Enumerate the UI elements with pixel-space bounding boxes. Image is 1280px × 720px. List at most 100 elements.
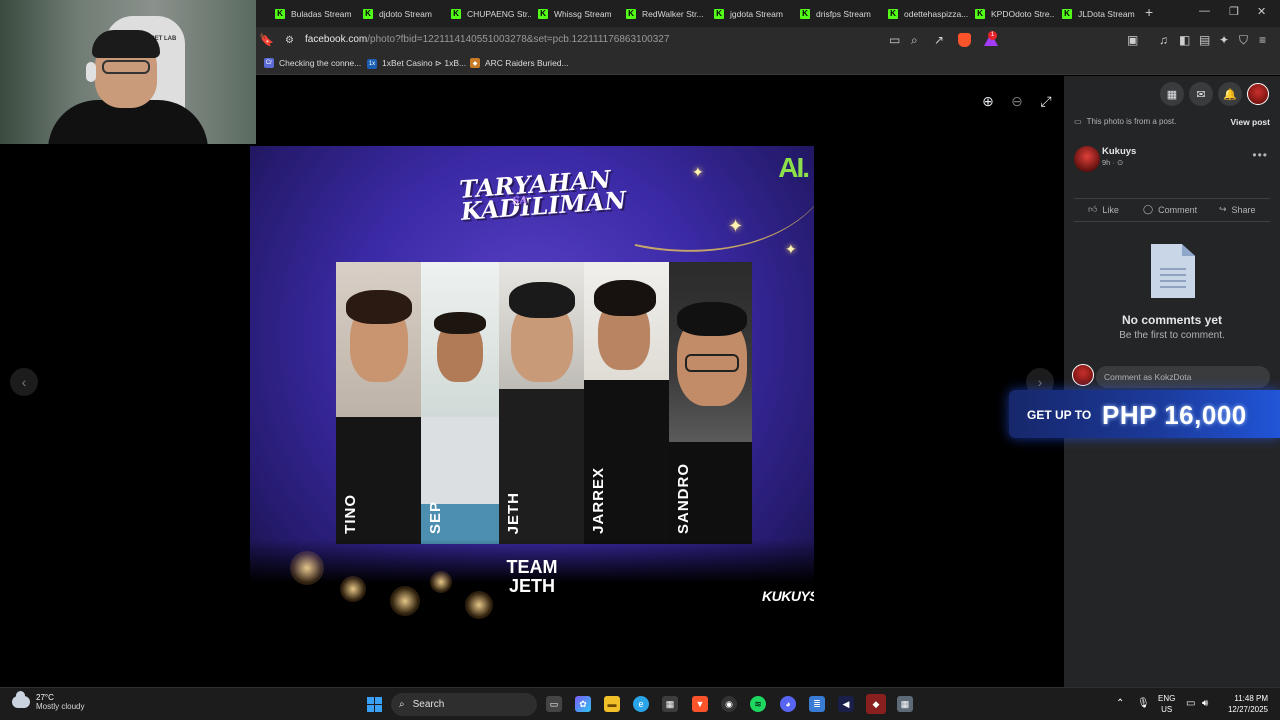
like-button[interactable]: 👍︎ Like — [1088, 204, 1119, 215]
weather-widget[interactable]: 27°C Mostly cloudy — [12, 691, 84, 711]
clock[interactable]: 11:48 PM 12/27/2025 — [1226, 693, 1268, 715]
promo-ad-banner[interactable]: GET UP TO PHP 16,000 — [1009, 390, 1280, 438]
title-line-2: KADILIMAN — [459, 185, 628, 226]
edge-icon[interactable]: e — [633, 696, 649, 712]
tab-djdoto[interactable]: Kdjdoto Stream — [363, 3, 443, 24]
tab-drisfps[interactable]: Kdrisfps Stream — [800, 3, 880, 24]
volume-icon[interactable]: 🔊︎ — [1202, 698, 1208, 709]
profile-avatar[interactable] — [1247, 83, 1269, 105]
obs-icon[interactable]: ◉ — [721, 696, 737, 712]
brave-taskbar-icon[interactable]: ▼ — [692, 696, 708, 712]
member-panel-sandro: SANDRO — [669, 262, 752, 544]
post-actions: 👍︎ Like ◯ Comment ↪ Share — [1074, 198, 1270, 222]
start-button[interactable] — [367, 697, 382, 712]
windows-taskbar: 27°C Mostly cloudy ⌕ Search ▭ ✿ ▬ e ▦ ▼ ◉… — [0, 687, 1280, 720]
kick-icon: K — [275, 8, 285, 19]
copilot-icon[interactable]: ✿ — [575, 696, 591, 712]
post-sidebar: ▦ ✉ 🔔 ▭ This photo is from a post. View p… — [1064, 76, 1280, 687]
file-explorer-icon[interactable]: ▬ — [604, 696, 620, 712]
taskbar-search[interactable]: ⌕ Search — [391, 693, 537, 716]
comment-icon: ◯ — [1143, 204, 1154, 214]
tab-label: Buladas Stream — [291, 8, 352, 19]
spotify-icon[interactable]: ≋ — [750, 696, 766, 712]
cast-icon[interactable]: ▭ — [889, 33, 900, 47]
network-icon[interactable]: ▭ — [1186, 698, 1195, 709]
new-tab-button[interactable]: + — [1145, 4, 1153, 20]
team-line-2: JETH — [508, 576, 555, 596]
tab-label: CHUPAENG Str... — [467, 8, 531, 19]
bookmark-1xbet[interactable]: 1x 1xBet Casino ⊳ 1xB... — [367, 58, 466, 69]
fullscreen-icon[interactable]: ⤢ — [1035, 90, 1057, 112]
dota2-icon[interactable]: ◆ — [866, 694, 886, 714]
messenger-icon[interactable]: ✉ — [1189, 82, 1213, 106]
notifications-icon[interactable]: 🔔 — [1218, 82, 1242, 106]
minimize-button[interactable]: — — [1199, 5, 1210, 17]
zoom-out-icon[interactable]: ⊖ — [1006, 90, 1028, 112]
bookmark-checking-connection[interactable]: Cr Checking the conne... — [264, 58, 361, 68]
tab-kpdodoto[interactable]: K KPDOdoto Stre... — [975, 3, 1055, 24]
author-name[interactable]: Kukuys — [1102, 146, 1136, 157]
member-name: TINO — [342, 494, 359, 534]
ad-amount-text: PHP 16,000 — [1102, 400, 1247, 430]
sparkle-icon: ✦ — [785, 241, 797, 257]
sidebar-toggle-icon[interactable]: ◧ — [1179, 33, 1190, 47]
bookmark-arc-raiders[interactable]: ◆ ARC Raiders Buried... — [470, 58, 569, 68]
share-icon[interactable]: ↗ — [934, 33, 944, 47]
microphone-icon[interactable]: 🎙︎ — [1137, 698, 1150, 709]
site-info-icon[interactable]: ⚙ — [285, 35, 294, 46]
bookmark-favicon: 1x — [367, 58, 377, 69]
language-code: ENG — [1158, 694, 1176, 703]
discord-icon[interactable]: ◕ — [780, 696, 796, 712]
tab-whissg[interactable]: K Whissg Stream — [538, 3, 618, 24]
share-button[interactable]: ↪ Share — [1219, 204, 1256, 215]
tray-overflow-icon[interactable]: ⌃ — [1116, 698, 1124, 709]
store-icon[interactable]: ▦ — [662, 696, 678, 712]
language-indicator[interactable]: ENG US — [1158, 693, 1175, 715]
view-post-link[interactable]: View post — [1230, 117, 1270, 127]
media-icon[interactable]: ♫ — [1159, 33, 1168, 47]
tab-buladas[interactable]: K Buladas Stream — [275, 3, 355, 24]
bookmark-favicon: ◆ — [470, 58, 480, 68]
tab-label: djdoto Stream — [379, 8, 432, 19]
temperature: 27°C — [36, 693, 54, 702]
tab-odettehaspizza[interactable]: Kodettehaspizza... — [888, 3, 968, 24]
screenshot-icon[interactable]: ▣ — [1127, 33, 1138, 47]
notepad-icon[interactable]: ≣ — [809, 696, 825, 712]
leo-ai-icon[interactable]: ✦ — [1219, 33, 1229, 47]
task-view-icon[interactable]: ▭ — [546, 696, 562, 712]
tab-chupaeng[interactable]: K CHUPAENG Str... — [451, 3, 531, 24]
close-window-button[interactable]: ✕ — [1257, 5, 1266, 18]
zoom-in-icon[interactable]: ⊕ — [977, 90, 999, 112]
menu-icon[interactable]: ≡ — [1259, 33, 1266, 47]
tab-label: Whissg Stream — [554, 8, 612, 19]
headset — [86, 62, 96, 82]
wallet-icon[interactable]: ▤ — [1199, 33, 1210, 47]
tab-jgdota[interactable]: Kjgdota Stream — [714, 3, 794, 24]
brave-shields-icon[interactable] — [958, 33, 971, 47]
sparkle-icon: ✦ — [692, 164, 704, 180]
tab-redwalker[interactable]: K RedWalker Str... — [626, 3, 706, 24]
menu-grid-icon[interactable]: ▦ — [1160, 82, 1184, 106]
url-field[interactable]: facebook.com/photo?fbid=1221114140551003… — [305, 34, 669, 45]
kick-icon: K — [626, 8, 636, 19]
previous-photo-button[interactable]: ‹ — [10, 368, 38, 396]
member-panel-tino: TINO — [336, 262, 421, 544]
zoom-icon[interactable]: ⌕ — [911, 33, 918, 48]
post-time[interactable]: 9h · ⊙ — [1102, 158, 1123, 167]
bookmark-icon[interactable]: 🔖 — [259, 33, 274, 47]
tab-jldota[interactable]: K JLDota Stream — [1062, 3, 1142, 24]
post-origin-note: ▭ This photo is from a post. — [1074, 117, 1176, 126]
kick-icon: K — [975, 8, 985, 19]
calculator-icon[interactable]: ▦ — [897, 696, 913, 712]
more-options-icon[interactable]: ••• — [1252, 148, 1268, 162]
streamer-glasses — [102, 60, 150, 74]
kick-icon: K — [451, 8, 461, 19]
author-avatar[interactable] — [1074, 146, 1100, 172]
maximize-button[interactable]: ❐ — [1229, 5, 1239, 18]
vpn-icon[interactable]: ⛉ — [1239, 33, 1248, 48]
comment-button[interactable]: ◯ Comment — [1143, 204, 1197, 215]
member-name: JETH — [505, 491, 522, 534]
comment-input[interactable]: Comment as KokzDota — [1096, 366, 1270, 388]
vscode-icon[interactable]: ◀ — [838, 696, 854, 712]
bokeh-light — [430, 571, 452, 593]
